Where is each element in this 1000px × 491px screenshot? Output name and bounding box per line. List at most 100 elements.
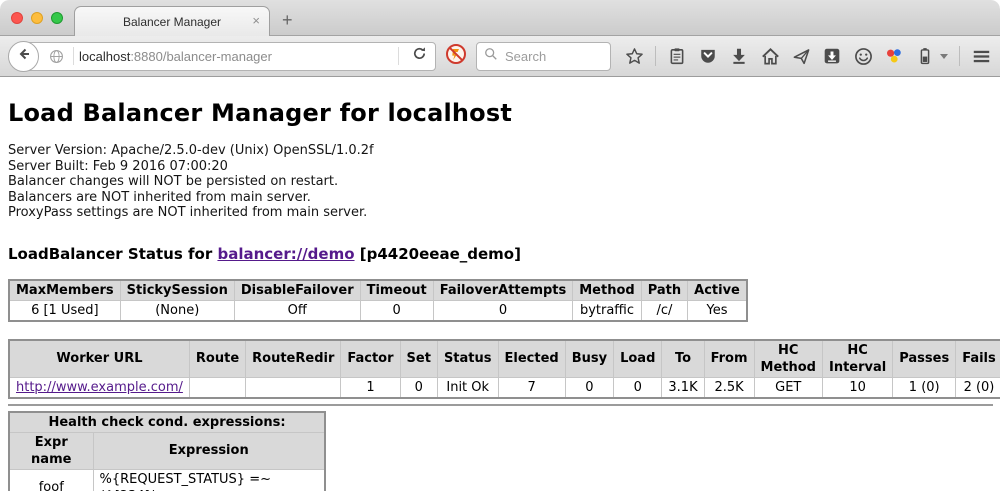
navigation-toolbar: localhost:8880/balancer-manager [0, 36, 1000, 77]
col-set: Set [400, 340, 437, 378]
send-plane-icon[interactable] [791, 46, 811, 66]
cell-expression: %{REQUEST_STATUS} =~ /^[234]/ [93, 469, 325, 491]
table-row: foof %{REQUEST_STATUS} =~ /^[234]/ [9, 469, 325, 491]
feedback-smiley-icon[interactable] [853, 46, 873, 66]
cell-load: 0 [614, 377, 662, 398]
close-window-button[interactable] [11, 12, 23, 24]
col-active: Active [688, 280, 747, 301]
table-title-row: Health check cond. expressions: [9, 412, 325, 433]
cell-fails: 2 (0) [956, 377, 1000, 398]
server-version-line: Server Version: Apache/2.5.0-dev (Unix) … [8, 143, 1000, 159]
url-path: :8880/balancer-manager [130, 49, 272, 64]
col-busy: Busy [565, 340, 613, 378]
col-method: Method [573, 280, 641, 301]
dropdown-caret-icon[interactable] [940, 54, 948, 59]
col-passes: Passes [893, 340, 956, 378]
col-factor: Factor [341, 340, 400, 378]
loadbalancer-status-heading: LoadBalancer Status for balancer://demo … [8, 245, 1000, 263]
panel-download-icon[interactable] [822, 46, 842, 66]
table-header-row: MaxMembers StickySession DisableFailover… [9, 280, 747, 301]
tab-balancer-manager[interactable]: Balancer Manager × [74, 6, 270, 36]
tab-title: Balancer Manager [123, 15, 221, 29]
search-input[interactable] [503, 48, 593, 65]
cell-maxmembers: 6 [1 Used] [9, 300, 120, 321]
separator-rule [8, 404, 993, 406]
toolbar-divider [959, 46, 960, 66]
col-from: From [704, 340, 754, 378]
cell-elected: 7 [498, 377, 565, 398]
server-built-line: Server Built: Feb 9 2016 07:00:20 [8, 159, 1000, 175]
col-to: To [662, 340, 704, 378]
home-icon[interactable] [760, 46, 780, 66]
cell-expr-name: foof [9, 469, 93, 491]
flashblock-button[interactable] [445, 43, 467, 70]
cell-status: Init Ok [437, 377, 498, 398]
window-controls [11, 12, 63, 24]
col-route: Route [189, 340, 245, 378]
cell-hc-method: GET [754, 377, 822, 398]
col-hc-method: HC Method [754, 340, 822, 378]
cell-timeout: 0 [360, 300, 433, 321]
col-timeout: Timeout [360, 280, 433, 301]
url-host: localhost [79, 49, 130, 64]
col-maxmembers: MaxMembers [9, 280, 120, 301]
page-title: Load Balancer Manager for localhost [8, 99, 1000, 127]
download-arrow-icon[interactable] [729, 46, 749, 66]
cell-failoverattempts: 0 [433, 300, 573, 321]
cell-to: 3.1K [662, 377, 704, 398]
col-path: Path [641, 280, 687, 301]
bookmark-star-icon[interactable] [624, 46, 644, 66]
flashblock-icon [445, 43, 467, 70]
new-tab-button[interactable]: + [282, 10, 293, 31]
pocket-icon[interactable] [698, 46, 718, 66]
search-bar[interactable] [476, 42, 611, 71]
status-heading-prefix: LoadBalancer Status for [8, 245, 217, 263]
hamburger-menu-icon[interactable] [971, 46, 991, 66]
persist-notice-line: Balancer changes will NOT be persisted o… [8, 174, 1000, 190]
cell-route [189, 377, 245, 398]
col-elected: Elected [498, 340, 565, 378]
health-table-title: Health check cond. expressions: [9, 412, 325, 433]
battery-extension-icon[interactable] [915, 46, 935, 66]
tab-bar: Balancer Manager × + [0, 0, 1000, 36]
cell-busy: 0 [565, 377, 613, 398]
cell-disablefailover: Off [234, 300, 360, 321]
cell-worker-url: http://www.example.com/ [9, 377, 189, 398]
worker-table: Worker URL Route RouteRedir Factor Set S… [8, 339, 1000, 399]
cell-routeredir [246, 377, 341, 398]
cell-stickysession: (None) [120, 300, 234, 321]
col-expression: Expression [93, 432, 325, 469]
globe-icon [49, 49, 64, 64]
url-text[interactable]: localhost:8880/balancer-manager [79, 49, 272, 64]
clipboard-icon[interactable] [667, 46, 687, 66]
table-row: 6 [1 Used] (None) Off 0 0 bytraffic /c/ … [9, 300, 747, 321]
col-worker-url: Worker URL [9, 340, 189, 378]
url-bar[interactable]: localhost:8880/balancer-manager [22, 42, 436, 71]
reload-icon [412, 46, 427, 66]
cell-method: bytraffic [573, 300, 641, 321]
col-stickysession: StickySession [120, 280, 234, 301]
page-content: Load Balancer Manager for localhost Serv… [0, 99, 1000, 491]
reload-button[interactable] [404, 46, 435, 66]
col-fails: Fails [956, 340, 1000, 378]
cell-from: 2.5K [704, 377, 754, 398]
col-disablefailover: DisableFailover [234, 280, 360, 301]
minimize-window-button[interactable] [31, 12, 43, 24]
urlbar-divider [73, 47, 74, 65]
search-icon [484, 47, 498, 66]
tab-close-icon[interactable]: × [252, 14, 260, 28]
worker-url-link[interactable]: http://www.example.com/ [16, 380, 183, 395]
cell-path: /c/ [641, 300, 687, 321]
zoom-window-button[interactable] [51, 12, 63, 24]
col-expr-name: Expr name [9, 432, 93, 469]
table-header-row: Worker URL Route RouteRedir Factor Set S… [9, 340, 1000, 378]
balancer-demo-link[interactable]: balancer://demo [217, 245, 354, 263]
balancers-notice-line: Balancers are NOT inherited from main se… [8, 190, 1000, 206]
colors-extension-icon[interactable] [884, 46, 904, 66]
toolbar-divider [655, 46, 656, 66]
back-button[interactable] [8, 41, 39, 72]
col-hc-interval: HC Interval [822, 340, 892, 378]
cell-passes: 1 (0) [893, 377, 956, 398]
back-icon [16, 46, 32, 67]
status-heading-suffix: [p4420eeae_demo] [355, 245, 521, 263]
